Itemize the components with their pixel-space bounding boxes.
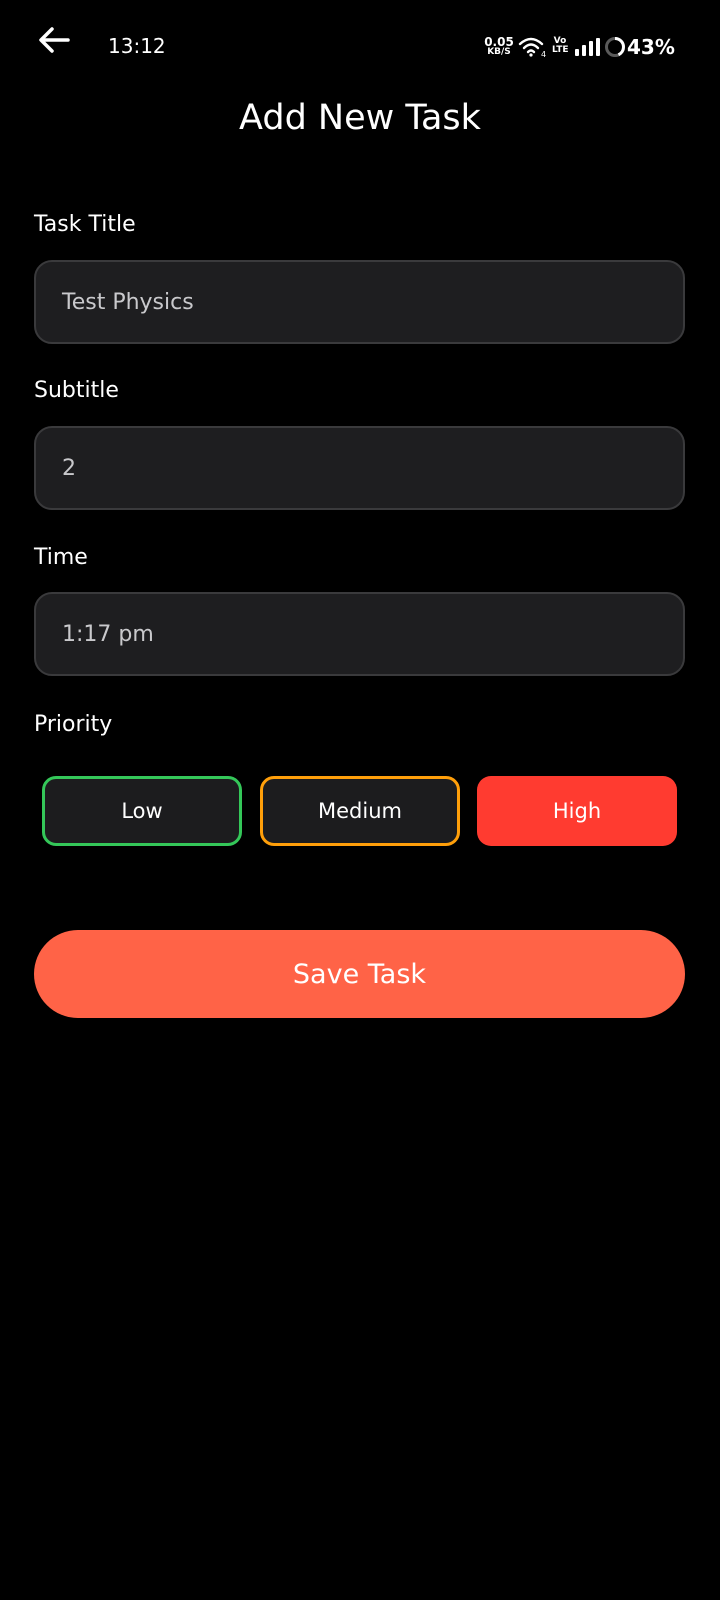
network-speed: 0.05 KB/S — [484, 36, 514, 57]
priority-high-label: High — [552, 799, 602, 823]
status-bar: 13:12 0.05 KB/S 4 Vo LTE 43% — [0, 0, 720, 90]
back-button[interactable] — [34, 20, 74, 60]
priority-low-button[interactable]: Low — [42, 776, 242, 846]
task-title-label: Task Title — [34, 212, 136, 237]
network-speed-unit: KB/S — [487, 47, 511, 57]
battery-icon — [605, 37, 625, 57]
save-task-label: Save Task — [292, 958, 427, 990]
time-value: 1:17 pm — [62, 621, 154, 647]
signal-icon — [575, 38, 600, 56]
subtitle-label: Subtitle — [34, 378, 119, 403]
priority-medium-button[interactable]: Medium — [260, 776, 460, 846]
subtitle-value: 2 — [62, 455, 76, 481]
page-title: Add New Task — [239, 98, 481, 138]
wifi-icon: 4 — [518, 37, 546, 58]
arrow-left-icon — [39, 27, 70, 53]
task-title-value: Test Physics — [62, 289, 194, 315]
subtitle-input[interactable]: 2 — [34, 426, 685, 510]
save-task-button[interactable]: Save Task — [34, 930, 685, 1018]
priority-high-button[interactable]: High — [477, 776, 677, 846]
wifi-badge: 4 — [541, 50, 546, 58]
time-input[interactable]: 1:17 pm — [34, 592, 685, 676]
time-label: Time — [34, 545, 88, 570]
status-time: 13:12 — [108, 34, 166, 58]
volte-indicator: Vo LTE — [552, 37, 569, 55]
priority-medium-label: Medium — [318, 799, 402, 823]
battery-percent: 43% — [627, 35, 675, 59]
task-title-input[interactable]: Test Physics — [34, 260, 685, 344]
volte-bottom: LTE — [552, 45, 569, 55]
priority-label: Priority — [34, 712, 113, 737]
priority-low-label: Low — [121, 799, 163, 823]
